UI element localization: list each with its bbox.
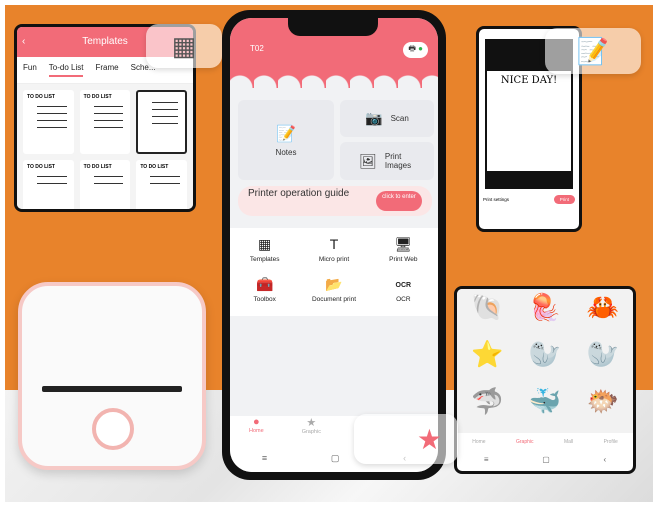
tab-frame[interactable]: Frame [95,63,118,77]
print-button[interactable]: Print [553,195,575,204]
label: TO DO LIST [27,94,55,100]
back-icon[interactable]: ‹ [603,455,606,464]
graphic-screen: 🐚 🪼 🦀 ⭐ 🦭 🦭 🦈 🐳 🐡 Home Graphic Mall Profile ≡ ▢… [454,286,636,474]
templates-badge: ▦ [146,24,222,68]
tab-fun[interactable]: Fun [23,63,37,77]
label: Document print [311,296,357,303]
print-settings-label[interactable]: Print settings [483,197,509,202]
nav-profile[interactable]: Profile [604,439,618,445]
nav-mall[interactable]: Mall [564,439,573,445]
label: TO DO LIST [140,164,169,170]
star-icon: ★ [306,417,317,429]
jellyfish-graphic[interactable]: 🪼 [518,292,573,336]
ocr-function[interactable]: OCR OCR [369,276,438,316]
click-to-enter-button[interactable]: click to enter [376,191,422,211]
phone: T02 🖶 ● 📝 Notes 📷 Scan 🖼 Print Images Print… [222,10,446,480]
back-icon[interactable]: ‹ [22,27,25,57]
notes-tile[interactable]: 📝 Notes [238,100,334,180]
power-button [92,408,134,450]
starfish-graphic[interactable]: ⭐ [460,339,515,383]
printer-device [18,282,206,470]
scan-icon: 📷 [365,110,383,126]
folder-icon: 📂 [325,276,343,292]
nav-home[interactable]: Home [472,439,485,445]
notes-edit-icon: 📝 [576,35,610,66]
home-icon[interactable]: ▢ [542,455,550,464]
ocr-icon: OCR [395,282,412,289]
templates-title: Templates [82,36,128,47]
paper-slot [42,386,182,392]
tab-todo[interactable]: To-do List [48,63,84,77]
template-thumb[interactable]: TO DO LIST [136,160,187,209]
label: Micro print [318,256,350,263]
device-name[interactable]: T02 [250,44,264,53]
micro-print-function[interactable]: T Micro print [299,236,368,276]
label: TO DO LIST [83,164,112,170]
templates-function[interactable]: ▦ Templates [230,236,299,276]
label: TO DO LIST [83,94,112,100]
template-thumb[interactable]: TO DO LIST [79,160,131,209]
notch [288,18,378,36]
label: Scan [390,114,409,123]
graphic-badge: ★ [354,414,458,464]
menu-icon[interactable]: ≡ [484,455,489,464]
label: Printer operation guide [248,188,350,199]
template-thumb[interactable]: TO DO LIST [23,160,74,209]
label: Notes [275,147,297,157]
graphic-star-icon: ★ [416,423,442,455]
micro-print-icon: T [329,236,339,252]
print-web-function[interactable]: 🖥 Print Web [369,236,438,276]
walrus-group-graphic[interactable]: 🦭 [575,339,630,383]
connected-icon: ● [418,44,423,53]
scan-tile[interactable]: 📷 Scan [340,100,434,137]
label: TO DO LIST [27,164,55,170]
function-grid: ▦ Templates T Micro print 🖥 Print Web 🧰 Tool… [230,228,438,316]
print-images-tile[interactable]: 🖼 Print Images [340,142,434,180]
home-icon: ● [253,416,260,428]
template-thumb[interactable]: TO DO LIST [23,90,74,154]
printer-guide-banner[interactable]: Printer operation guide click to enter [238,186,432,216]
shark-graphic[interactable]: 🦈 [460,386,515,430]
template-thumb[interactable] [136,90,187,154]
label: Print Images [384,152,412,170]
printer-icon: 🖶 [408,44,416,53]
nav-home[interactable]: ● Home [249,416,264,444]
templates-icon: ▦ [171,30,197,61]
image-icon: 🖼 [359,152,377,169]
label: Templates [249,256,280,263]
nice-day-text: NICE DAY! [500,75,558,86]
nav-graphic[interactable]: ★ Graphic [302,416,321,444]
label: Graphic [301,429,321,435]
templates-icon: ▦ [258,236,272,252]
document-print-function[interactable]: 📂 Document print [299,276,368,316]
label: OCR [396,296,411,303]
toolbox-function[interactable]: 🧰 Toolbox [230,276,299,316]
menu-icon[interactable]: ≡ [262,453,267,463]
crab-graphic[interactable]: 🦀 [575,292,630,336]
home-button-icon[interactable]: ▢ [331,453,340,464]
label: Home [249,428,264,434]
notes-badge: 📝 [545,28,641,74]
monitor-icon: 🖥 [394,236,413,252]
whale-graphic[interactable]: 🐳 [518,386,573,430]
notes-icon: 📝 [276,125,296,143]
label: Toolbox [253,296,276,303]
template-thumb[interactable]: TO DO LIST [79,90,131,154]
label: Print Web [389,256,418,263]
walrus-graphic[interactable]: 🦭 [518,339,573,383]
nav-graphic[interactable]: Graphic [516,439,534,445]
toolbox-icon: 🧰 [255,276,274,292]
printer-status[interactable]: 🖶 ● [403,42,428,58]
pufferfish-graphic[interactable]: 🐡 [575,386,630,430]
shell-graphic[interactable]: 🐚 [460,292,515,336]
